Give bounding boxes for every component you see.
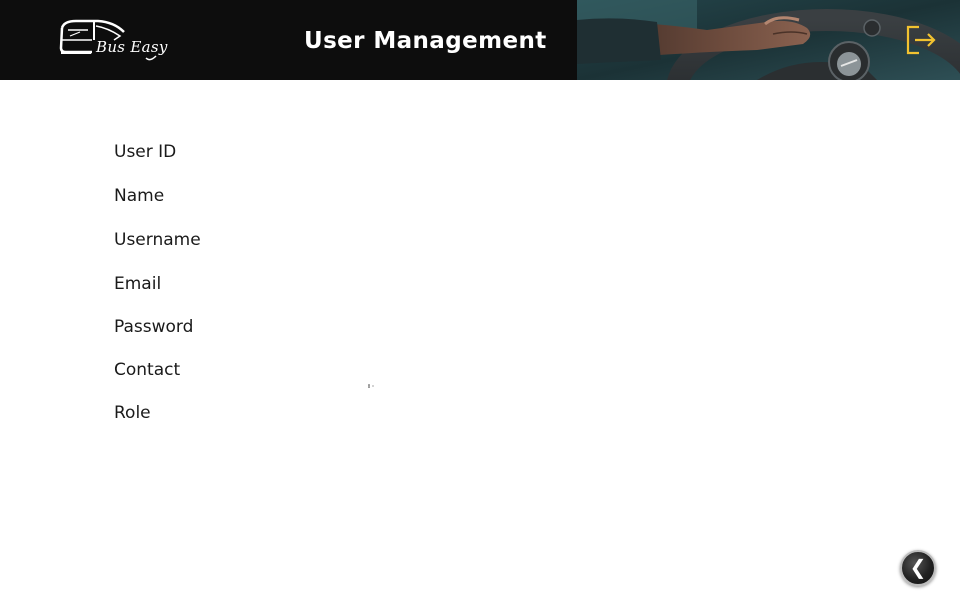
username-label: Username (114, 230, 201, 250)
back-button[interactable]: ❮ (900, 550, 936, 586)
logout-icon[interactable] (903, 23, 939, 57)
name-label: Name (114, 186, 165, 206)
contact-label: Contact (114, 360, 181, 380)
app-header: Bus Easy User Management (0, 0, 960, 80)
password-label: Password (114, 317, 194, 337)
loading-dots-icon (368, 384, 374, 388)
chevron-left-icon: ❮ (909, 555, 927, 579)
page-title: User Management (304, 28, 547, 54)
logo-text: Bus Easy (96, 38, 168, 56)
email-label: Email (114, 274, 162, 294)
user-id-label: User ID (114, 142, 177, 162)
role-label: Role (114, 403, 151, 423)
